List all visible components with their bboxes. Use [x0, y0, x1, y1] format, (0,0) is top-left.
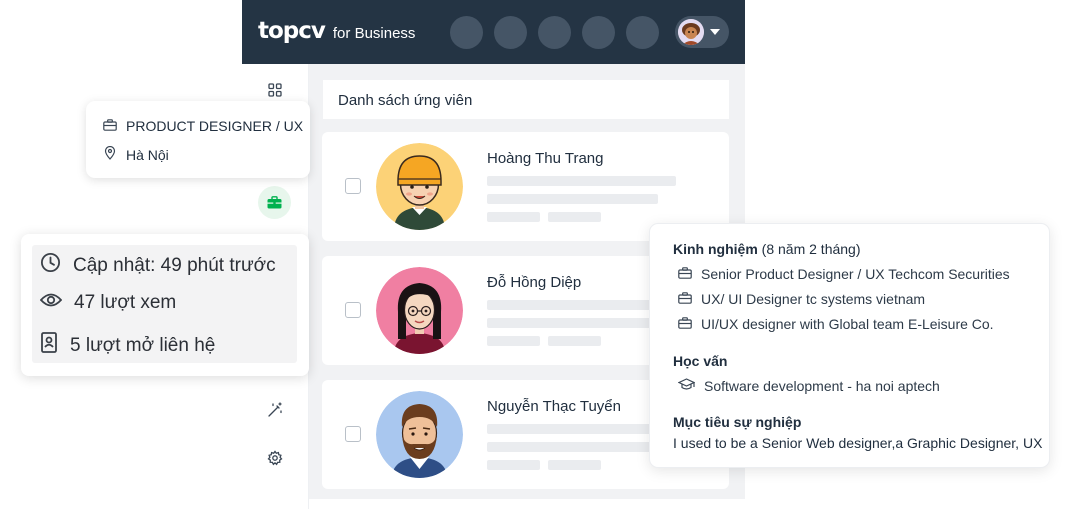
education-text: Software development - ha noi aptech	[704, 378, 940, 394]
skeleton-line	[487, 336, 540, 346]
candidate-avatar	[376, 391, 463, 478]
eye-icon	[39, 292, 63, 314]
experience-label: Kinh nghiệm	[673, 241, 758, 257]
experience-text: UX/ UI Designer tc systems vietnam	[701, 291, 926, 307]
logo-subtext: for Business	[332, 25, 416, 42]
nav-icon[interactable]	[538, 16, 571, 49]
education-item: Software development - ha noi aptech	[677, 378, 940, 394]
experience-item: Senior Product Designer / UX Techcom Sec…	[678, 266, 1010, 282]
contacts-text: 5 lượt mở liên hệ	[70, 334, 216, 356]
experience-text: UI/UX designer with Global team E-Leisur…	[701, 316, 994, 332]
skeleton-line	[487, 176, 676, 186]
stat-contacts: 5 lượt mở liên hệ	[40, 332, 215, 359]
magic-wand-icon[interactable]	[262, 397, 288, 423]
briefcase-icon	[678, 316, 692, 332]
stat-views: 47 lượt xem	[39, 292, 177, 314]
nav-icon[interactable]	[494, 16, 527, 49]
settings-icon[interactable]	[262, 445, 288, 471]
job-title: PRODUCT DESIGNER / UX	[126, 118, 304, 134]
grid-icon[interactable]	[262, 77, 288, 103]
nav-icon[interactable]	[626, 16, 659, 49]
briefcase-icon	[678, 266, 692, 282]
education-label: Học vấn	[673, 353, 728, 369]
candidate-detail-popup: Kinh nghiệm (8 năm 2 tháng) Senior Produ…	[649, 223, 1050, 468]
candidate-avatar	[376, 267, 463, 354]
profile-menu-button[interactable]	[675, 16, 729, 48]
graduation-cap-icon	[677, 378, 696, 394]
experience-item: UI/UX designer with Global team E-Leisur…	[678, 316, 994, 332]
skeleton-line	[548, 336, 601, 346]
experience-text: Senior Product Designer / UX Techcom Sec…	[701, 266, 1010, 282]
candidate-checkbox[interactable]	[345, 302, 361, 318]
caret-down-icon	[710, 29, 720, 35]
candidate-name[interactable]: Hoàng Thu Trang	[487, 150, 603, 167]
skeleton-line	[487, 318, 658, 328]
candidate-checkbox[interactable]	[345, 426, 361, 442]
skeleton-line	[548, 460, 601, 470]
briefcase-icon	[678, 291, 692, 307]
job-title-row: PRODUCT DESIGNER / UX	[103, 118, 303, 134]
stats-box: Cập nhật: 49 phút trước 47 lượt xem 5 lư…	[32, 245, 297, 363]
candidate-avatar	[376, 143, 463, 230]
job-info-popup: PRODUCT DESIGNER / UX Hà Nội	[86, 101, 310, 178]
skeleton-line	[487, 212, 540, 222]
updated-text: Cập nhật: 49 phút trước	[73, 254, 276, 276]
clock-icon	[40, 252, 61, 279]
experience-item: UX/ UI Designer tc systems vietnam	[678, 291, 925, 307]
logo-text: topcv	[258, 18, 326, 44]
skeleton-line	[487, 442, 658, 452]
candidate-name[interactable]: Đỗ Hồng Diệp	[487, 274, 581, 291]
job-location-row: Hà Nội	[103, 145, 169, 163]
skeleton-line	[487, 460, 540, 470]
location-pin-icon	[103, 145, 117, 163]
contact-card-icon	[40, 332, 58, 359]
candidate-name[interactable]: Nguyễn Thạc Tuyển	[487, 398, 621, 415]
top-navbar: topcv for Business	[242, 0, 745, 64]
education-heading: Học vấn	[673, 353, 727, 369]
nav-icon[interactable]	[582, 16, 615, 49]
skeleton-line	[487, 194, 658, 204]
views-text: 47 lượt xem	[74, 292, 177, 313]
skeleton-line	[548, 212, 601, 222]
briefcase-icon[interactable]	[258, 186, 291, 219]
job-location: Hà Nội	[126, 146, 169, 163]
skeleton-line	[487, 300, 676, 310]
briefcase-icon	[103, 118, 117, 134]
objective-heading: Mục tiêu sự nghiệp	[673, 414, 801, 430]
brand-logo[interactable]: topcv for Business	[258, 18, 415, 44]
candidate-checkbox[interactable]	[345, 178, 361, 194]
nav-icon[interactable]	[450, 16, 483, 49]
objective-text: I used to be a Senior Web designer,a Gra…	[673, 435, 1043, 451]
objective-label: Mục tiêu sự nghiệp	[673, 414, 802, 430]
skeleton-line	[487, 424, 676, 434]
list-header: Danh sách ứng viên	[323, 80, 729, 119]
page-title: Danh sách ứng viên	[338, 92, 473, 109]
avatar	[678, 19, 704, 45]
job-stats-popup: Cập nhật: 49 phút trước 47 lượt xem 5 lư…	[21, 234, 309, 376]
screen: topcv for Business Danh sách ứng viên Ho…	[0, 0, 1091, 509]
experience-heading: Kinh nghiệm (8 năm 2 tháng)	[673, 241, 861, 257]
experience-duration: (8 năm 2 tháng)	[761, 241, 861, 257]
stat-updated: Cập nhật: 49 phút trước	[40, 252, 276, 279]
